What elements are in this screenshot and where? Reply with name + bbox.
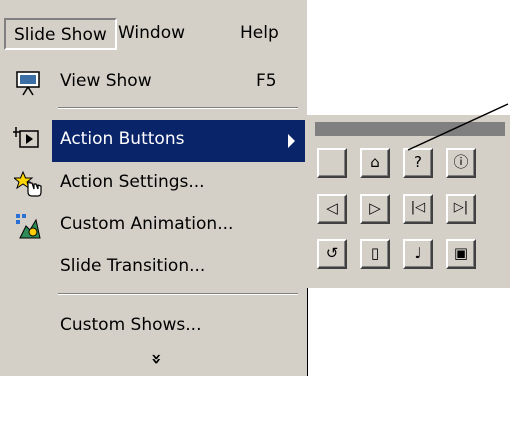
return-icon: ↺ <box>325 244 339 262</box>
menu-window[interactable]: Window <box>110 18 193 50</box>
action-button-information[interactable]: ⓘ <box>446 148 476 178</box>
action-button-custom[interactable] <box>317 148 347 178</box>
action-button-back-previous[interactable]: ◁ <box>317 194 347 224</box>
menu-item-action-settings[interactable]: Action Settings... <box>0 163 305 205</box>
information-icon: ⓘ <box>453 153 469 171</box>
projector-screen-icon <box>14 69 42 97</box>
star-hand-icon <box>12 170 42 198</box>
menu-item-slide-transition-label: Slide Transition... <box>60 256 206 276</box>
menu-item-action-settings-label: Action Settings... <box>60 172 205 192</box>
expand-menu-chevron-icon[interactable]: » <box>143 344 167 374</box>
action-button-end[interactable]: ▷| <box>446 194 476 224</box>
menu-item-custom-shows-label: Custom Shows... <box>60 315 202 335</box>
home-icon: ⌂ <box>370 153 380 171</box>
action-button-home[interactable]: ⌂ <box>360 148 390 178</box>
submenu-arrow-icon <box>288 134 295 148</box>
menu-slide-show-label: Slide Show <box>14 25 107 45</box>
menu-item-view-show-label: View Show <box>60 71 152 91</box>
action-button-help[interactable]: ? <box>403 148 433 178</box>
menu-item-custom-animation-label: Custom Animation... <box>60 214 234 234</box>
menu-item-action-buttons-label: Action Buttons <box>60 129 185 149</box>
end-icon: ▷| <box>453 200 469 215</box>
submenu-drag-handle[interactable] <box>315 122 505 136</box>
animation-icon <box>14 212 42 240</box>
action-button-document[interactable]: ▯ <box>360 239 390 269</box>
menu-separator <box>58 107 298 109</box>
menu-item-custom-shows[interactable]: Custom Shows... <box>0 306 305 348</box>
action-button-icon <box>12 123 40 151</box>
menu-item-action-buttons[interactable]: Action Buttons <box>52 120 305 162</box>
menu-item-view-show-shortcut: F5 <box>256 71 277 91</box>
menu-separator <box>58 293 298 295</box>
action-button-sound[interactable]: ♩ <box>403 239 433 269</box>
document-icon: ▯ <box>370 244 380 262</box>
expand-glyph: » <box>146 353 167 365</box>
menu-item-view-show[interactable]: View Show F5 <box>0 62 305 104</box>
slide-area-edge <box>307 288 308 376</box>
forward-next-icon: ▷ <box>369 199 381 217</box>
menu-help-label: Help <box>240 23 279 43</box>
menu-window-label: Window <box>118 23 186 43</box>
back-previous-icon: ◁ <box>326 199 338 217</box>
action-button-forward-next[interactable]: ▷ <box>360 194 390 224</box>
menu-slide-show[interactable]: Slide Show <box>4 18 117 50</box>
menu-bar: Slide Show Window Help <box>0 0 307 57</box>
beginning-icon: |◁ <box>410 200 426 215</box>
sound-icon: ♩ <box>414 244 422 262</box>
help-icon: ? <box>414 153 422 171</box>
action-button-movie[interactable]: ▣ <box>446 239 476 269</box>
menu-help[interactable]: Help <box>232 18 287 50</box>
menu-item-custom-animation[interactable]: Custom Animation... <box>0 205 305 247</box>
action-button-beginning[interactable]: |◁ <box>403 194 433 224</box>
action-button-return[interactable]: ↺ <box>317 239 347 269</box>
action-buttons-submenu: ⌂ ? ⓘ ◁ ▷ |◁ ▷| ↺ ▯ ♩ ▣ <box>307 115 510 288</box>
menu-item-slide-transition[interactable]: Slide Transition... <box>0 247 305 289</box>
slide-show-menu: View Show F5 Action Buttons Action Setti… <box>0 57 307 376</box>
movie-icon: ▣ <box>453 244 469 262</box>
